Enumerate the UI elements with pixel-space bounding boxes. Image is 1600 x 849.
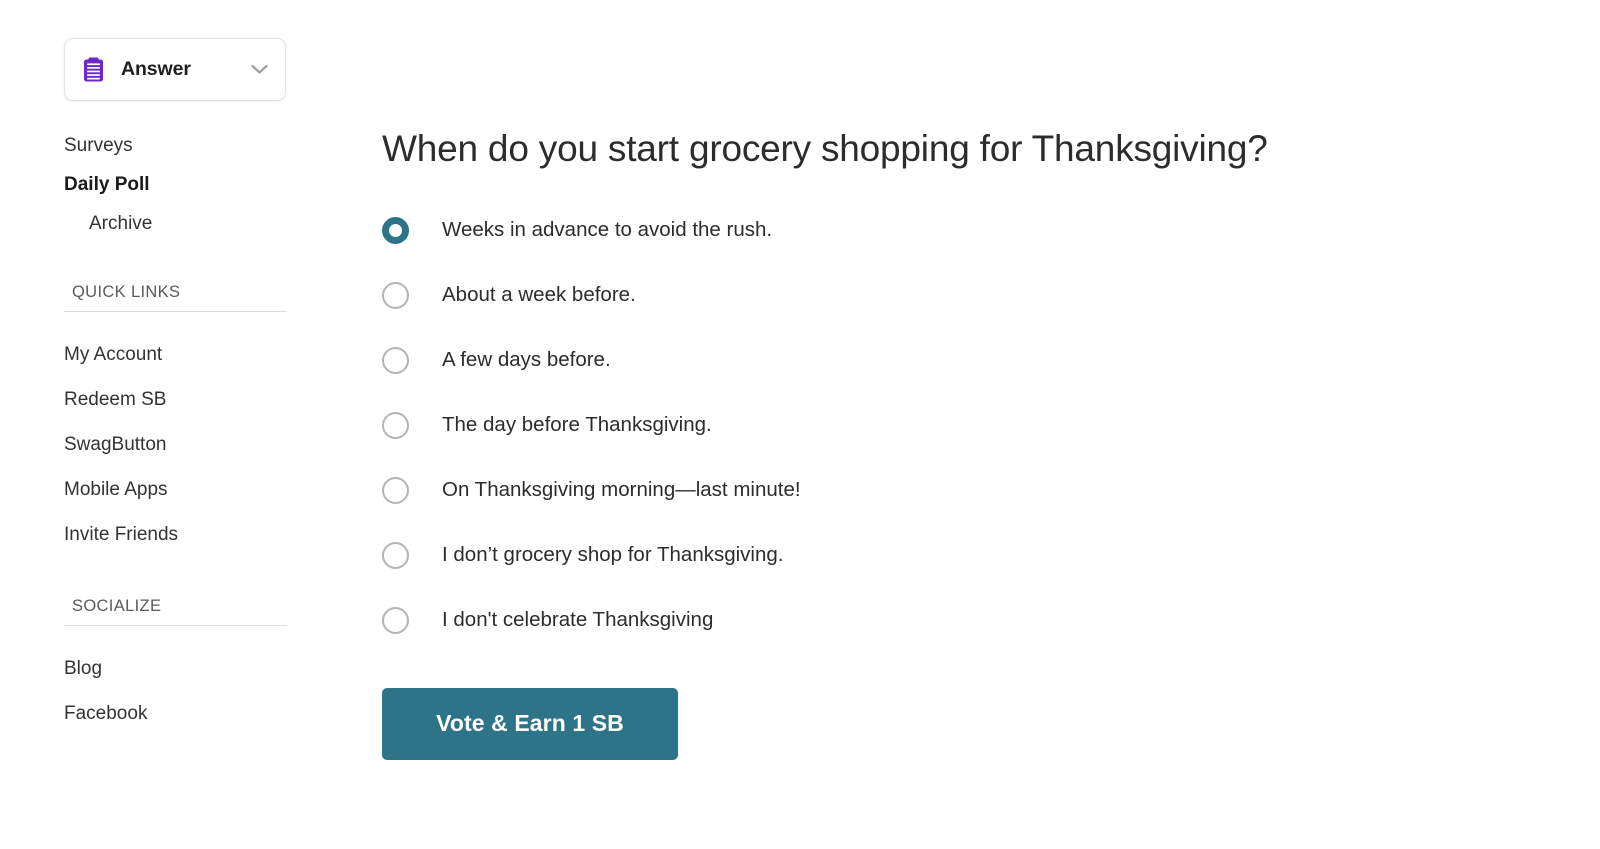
sidebar: Answer Surveys Daily Poll Archive QUICK … <box>0 0 300 736</box>
quick-links-section: QUICK LINKS My Account Redeem SB SwagBut… <box>0 283 300 557</box>
sidebar-item-archive[interactable]: Archive <box>64 204 300 243</box>
answer-dropdown-label: Answer <box>121 58 191 80</box>
poll-option[interactable]: I don't celebrate Thanksgiving <box>382 595 1600 647</box>
sidebar-item-swagbutton[interactable]: SwagButton <box>64 422 288 467</box>
radio-button[interactable] <box>382 282 409 310</box>
sidebar-item-surveys[interactable]: Surveys <box>64 126 300 165</box>
radio-button-selected[interactable] <box>382 217 409 245</box>
sidebar-item-facebook[interactable]: Facebook <box>64 691 288 736</box>
quick-links-heading: QUICK LINKS <box>64 283 287 312</box>
poll-option[interactable]: About a week before. <box>382 270 1600 322</box>
socialize-list: Blog Facebook <box>64 646 288 736</box>
radio-button[interactable] <box>382 542 409 570</box>
poll-options-list: Weeks in advance to avoid the rush. Abou… <box>382 205 1600 647</box>
poll-option-label: I don't celebrate Thanksgiving <box>442 608 714 632</box>
poll-option-label: On Thanksgiving morning—last minute! <box>442 478 801 502</box>
poll-option[interactable]: I don’t grocery shop for Thanksgiving. <box>382 530 1600 582</box>
poll-option[interactable]: A few days before. <box>382 335 1600 387</box>
poll-option-label: I don’t grocery shop for Thanksgiving. <box>442 543 784 567</box>
radio-button[interactable] <box>382 607 409 635</box>
poll-option[interactable]: Weeks in advance to avoid the rush. <box>382 205 1600 257</box>
poll-option-label: The day before Thanksgiving. <box>442 413 712 437</box>
sidebar-item-mobile-apps[interactable]: Mobile Apps <box>64 467 288 512</box>
poll-option[interactable]: The day before Thanksgiving. <box>382 400 1600 452</box>
sidebar-item-invite-friends[interactable]: Invite Friends <box>64 512 288 557</box>
vote-submit-button[interactable]: Vote & Earn 1 SB <box>382 687 678 760</box>
clipboard-icon <box>83 57 104 82</box>
sidebar-item-redeem-sb[interactable]: Redeem SB <box>64 377 288 422</box>
poll-page: Answer Surveys Daily Poll Archive QUICK … <box>0 0 1600 849</box>
primary-nav: Surveys Daily Poll Archive <box>0 126 300 243</box>
socialize-heading: SOCIALIZE <box>64 597 287 626</box>
poll-option-label: Weeks in advance to avoid the rush. <box>442 218 773 242</box>
chevron-down-icon[interactable] <box>249 60 269 80</box>
sidebar-item-blog[interactable]: Blog <box>64 646 288 691</box>
answer-dropdown-button[interactable]: Answer <box>64 38 286 101</box>
radio-button[interactable] <box>382 412 409 440</box>
socialize-section: SOCIALIZE Blog Facebook <box>0 597 300 736</box>
poll-option-label: A few days before. <box>442 348 611 372</box>
poll-option-label: About a week before. <box>442 283 636 307</box>
sidebar-item-daily-poll[interactable]: Daily Poll <box>64 165 300 204</box>
page-title: When do you start grocery shopping for T… <box>382 128 1268 169</box>
sidebar-item-my-account[interactable]: My Account <box>64 332 288 377</box>
radio-button[interactable] <box>382 477 409 505</box>
quick-links-list: My Account Redeem SB SwagButton Mobile A… <box>64 332 288 557</box>
radio-button[interactable] <box>382 347 409 375</box>
poll-option[interactable]: On Thanksgiving morning—last minute! <box>382 465 1600 517</box>
poll-content: When do you start grocery shopping for T… <box>300 0 1600 760</box>
